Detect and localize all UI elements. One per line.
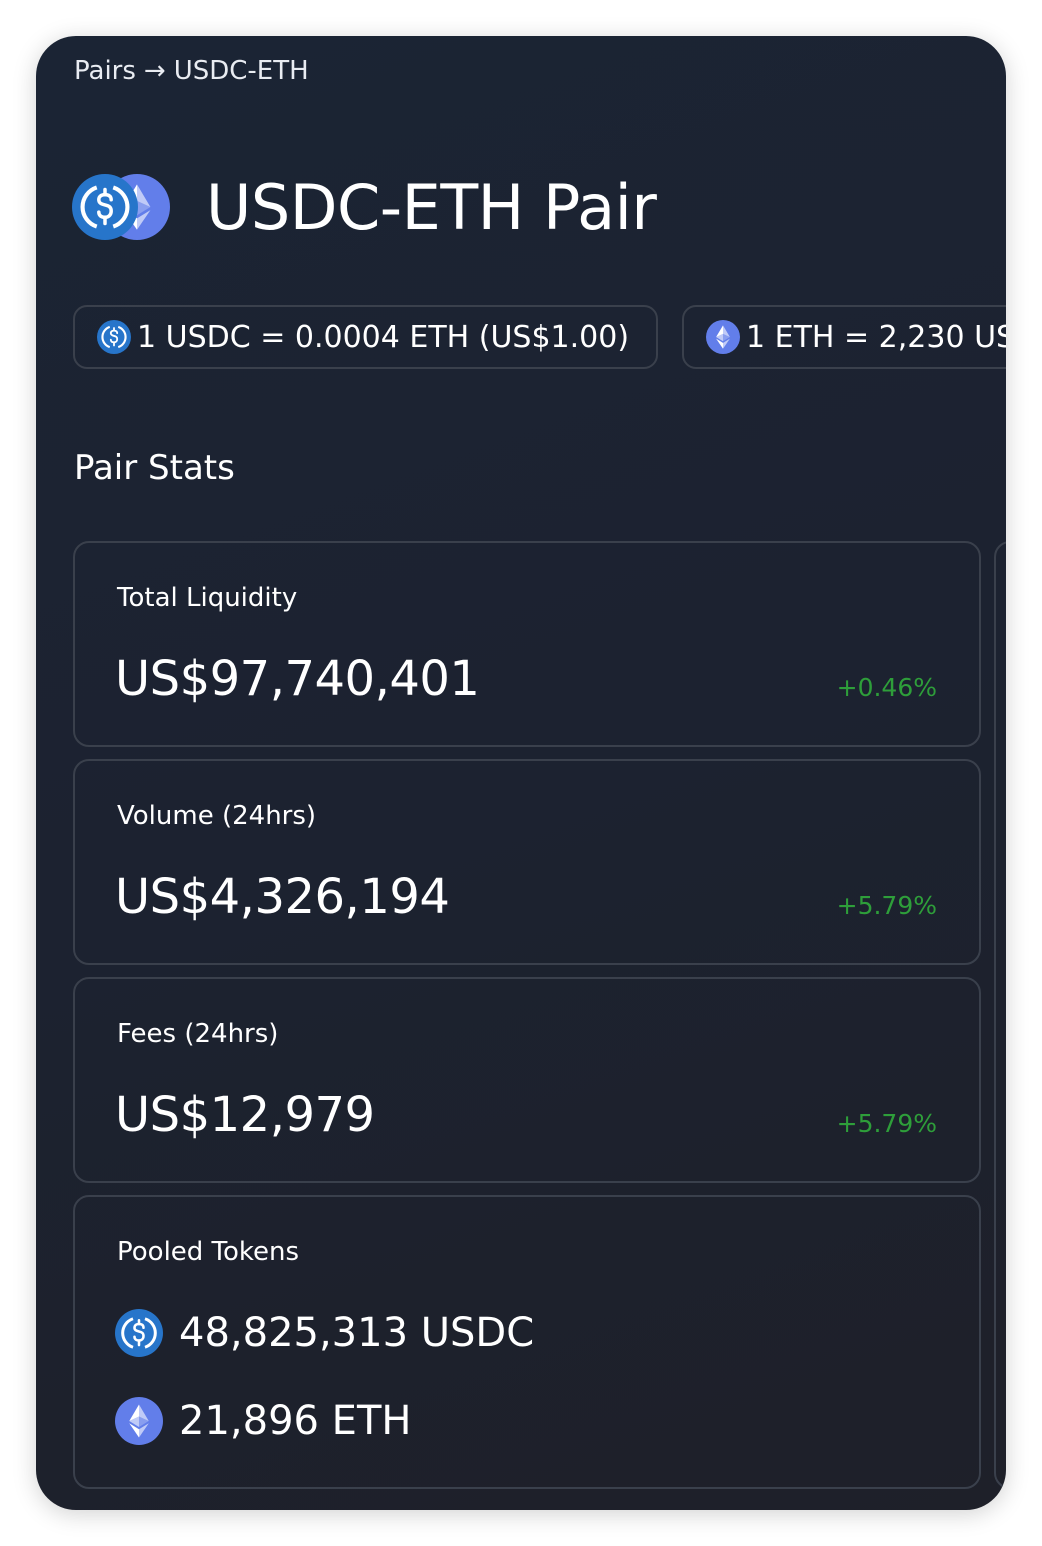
side-panel-edge	[994, 541, 1006, 1489]
usdc-rate-text: 1 USDC = 0.0004 ETH (US$1.00)	[137, 319, 630, 355]
usdc-icon	[97, 320, 131, 354]
pooled-tokens-card: Pooled Tokens 48,825,313 USDC 21,896 ETH	[73, 1195, 981, 1489]
stat-label: Fees (24hrs)	[117, 1019, 279, 1049]
pooled-token-amount: 48,825,313 USDC	[179, 1310, 535, 1356]
breadcrumb-pairs-link[interactable]: Pairs	[74, 56, 136, 86]
stat-value: US$12,979	[115, 1087, 375, 1143]
pooled-token-amount: 21,896 ETH	[179, 1398, 412, 1444]
breadcrumb: Pairs → USDC-ETH	[74, 56, 309, 86]
stat-label: Total Liquidity	[117, 583, 298, 613]
volume-card: Volume (24hrs) US$4,326,194 +5.79%	[73, 759, 981, 965]
stat-change: +5.79%	[836, 891, 937, 920]
pooled-token-row: 21,896 ETH	[115, 1397, 411, 1445]
page-header: USDC-ETH Pair	[72, 170, 657, 244]
usdc-icon	[72, 174, 138, 240]
page-title: USDC-ETH Pair	[206, 170, 657, 244]
stat-label: Pooled Tokens	[117, 1237, 300, 1267]
stat-change: +0.46%	[836, 673, 937, 702]
stat-change: +5.79%	[836, 1109, 937, 1138]
eth-rate-text: 1 ETH = 2,230 US	[746, 319, 1006, 355]
pair-stats-title: Pair Stats	[74, 448, 235, 488]
eth-icon	[115, 1397, 163, 1445]
pooled-token-row: 48,825,313 USDC	[115, 1309, 534, 1357]
eth-icon	[706, 320, 740, 354]
stat-value: US$4,326,194	[115, 869, 450, 925]
fees-card: Fees (24hrs) US$12,979 +5.79%	[73, 977, 981, 1183]
breadcrumb-current: USDC-ETH	[173, 56, 309, 86]
pair-card: Pairs → USDC-ETH USDC-ETH Pair 1 USDC = …	[36, 36, 1006, 1510]
usdc-rate-pill[interactable]: 1 USDC = 0.0004 ETH (US$1.00)	[73, 305, 658, 369]
pair-token-icons	[72, 174, 170, 240]
total-liquidity-card: Total Liquidity US$97,740,401 +0.46%	[73, 541, 981, 747]
usdc-icon	[115, 1309, 163, 1357]
rate-pills: 1 USDC = 0.0004 ETH (US$1.00) 1 ETH = 2,…	[73, 305, 1006, 369]
stat-label: Volume (24hrs)	[117, 801, 317, 831]
eth-rate-pill[interactable]: 1 ETH = 2,230 US	[682, 305, 1006, 369]
stat-value: US$97,740,401	[115, 651, 480, 707]
arrow-right-icon: →	[143, 56, 166, 86]
